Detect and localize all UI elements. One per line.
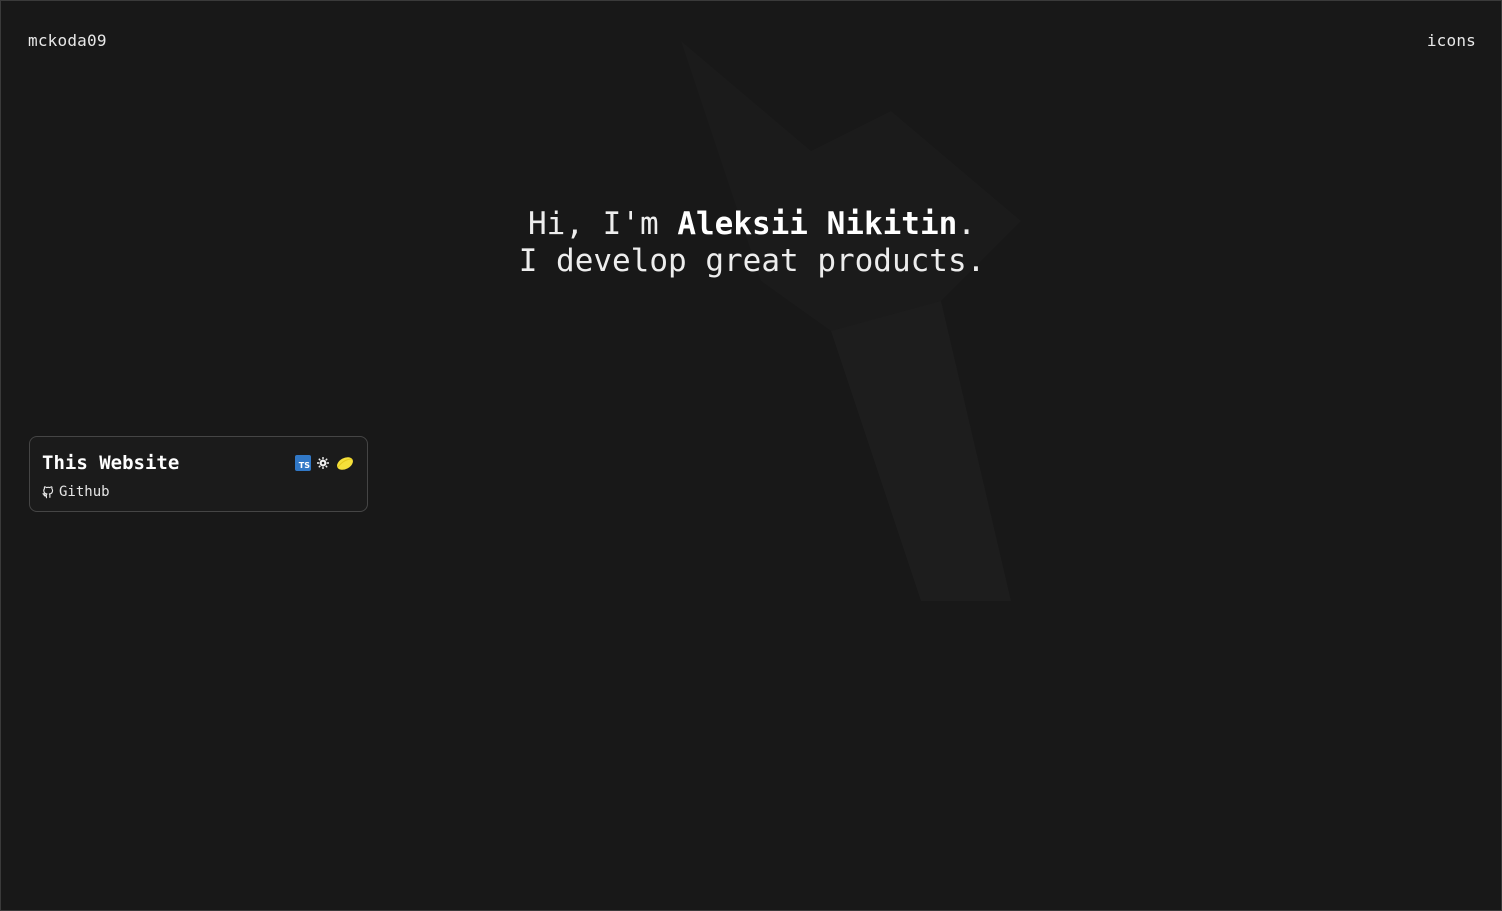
solid-icon	[317, 457, 329, 469]
nav-icons-link[interactable]: icons	[1427, 31, 1476, 50]
typescript-badge-text: TS	[298, 461, 310, 470]
project-github-link[interactable]: Github	[42, 484, 110, 500]
project-link-label: Github	[59, 484, 110, 500]
project-tech-icons: TS	[295, 455, 355, 471]
hero-tagline: I develop great products.	[518, 243, 986, 279]
greeting-suffix: .	[957, 206, 976, 242]
hero-heading: Hi, I'm Aleksii Nikitin. I develop great…	[1, 206, 1501, 280]
lemon-icon	[337, 457, 353, 470]
greeting-prefix: Hi, I'm	[528, 206, 678, 242]
page: mckoda09 icons Hi, I'm Aleksii Nikitin. …	[0, 0, 1502, 911]
project-title: This Website	[42, 452, 180, 474]
github-icon	[42, 485, 54, 498]
project-card: This Website TS Github	[29, 436, 368, 512]
hero-greeting: Hi, I'm Aleksii Nikitin.	[1, 206, 1501, 243]
typescript-icon: TS	[295, 455, 311, 471]
hero-name: Aleksii Nikitin	[677, 206, 958, 242]
brand-link[interactable]: mckoda09	[28, 31, 107, 50]
background-logo-shape	[681, 41, 1021, 601]
